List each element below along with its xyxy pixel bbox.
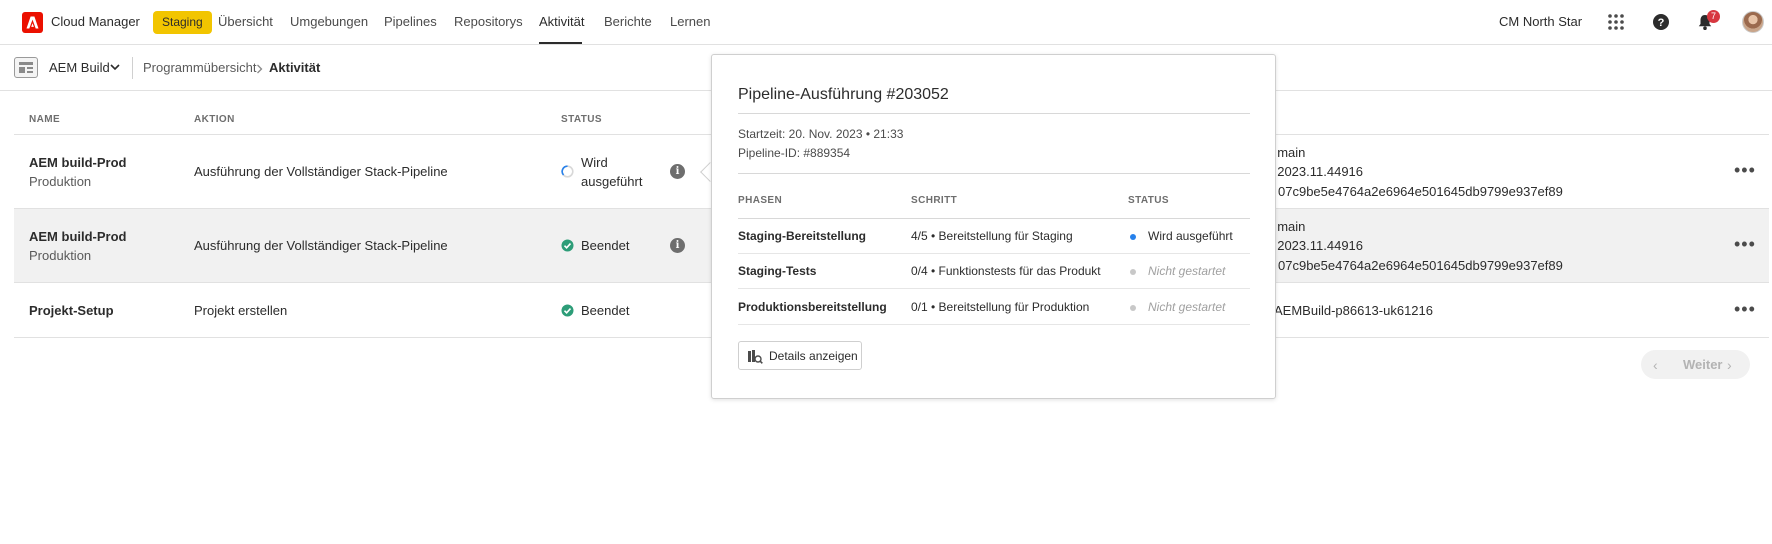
view-details-button[interactable]: Details anzeigen [738,341,862,370]
breadcrumb-current: Aktivität [269,60,321,75]
popover-title: Pipeline-Ausführung #203052 [738,86,949,103]
nav-item-reports[interactable]: Berichte [604,14,652,29]
nav-item-learn[interactable]: Lernen [670,14,710,29]
row-version: : 2023.11.44916 [1270,164,1364,179]
details-search-icon [748,350,763,364]
pagination: ‹ Weiter › [1641,350,1750,379]
row-name: AEM build-Prod [29,155,127,170]
status-column-header: STATUS [1128,195,1169,206]
active-tab-indicator [539,42,582,44]
start-time: Startzeit: 20. Nov. 2023 • 21:33 [738,127,904,141]
chevron-right-icon[interactable]: › [1727,357,1732,373]
row-environment: Produktion [29,174,92,189]
divider [738,324,1250,325]
notification-count-badge: 7 [1707,10,1720,23]
row-commit: 07c9be5e4764a2e6964e501645db9799e937ef89 [1278,184,1563,199]
divider [738,173,1250,174]
more-actions-icon[interactable]: ••• [1734,299,1756,320]
row-action[interactable]: Ausführung der Vollständiger Stack-Pipel… [194,238,448,253]
divider [738,113,1250,114]
phase-name: Staging-Bereitstellung [738,229,867,243]
row-status-cont: ausgeführt [581,174,643,189]
row-status: Wird [581,155,608,170]
status-dot-pending [1130,269,1136,275]
chevron-right-icon [257,64,263,74]
column-header-name[interactable]: NAME [29,114,60,125]
phase-name: Produktionsbereitstellung [738,300,887,314]
row-action[interactable]: Ausführung der Vollständiger Stack-Pipel… [194,164,448,179]
phase-step: 0/4 • Funktionstests für das Produkt [911,264,1101,278]
breadcrumb-program-overview[interactable]: Programmübersicht [143,60,256,75]
more-actions-icon[interactable]: ••• [1734,160,1756,181]
step-column-header: SCHRITT [911,195,958,206]
row-status: Beendet [581,303,630,318]
adobe-logo-icon[interactable] [22,12,43,33]
apps-grid-icon[interactable] [1607,13,1625,31]
chevron-down-icon[interactable] [110,63,120,71]
nav-item-environments[interactable]: Umgebungen [290,14,368,29]
svg-text:?: ? [1658,17,1665,29]
divider [738,218,1250,219]
more-actions-icon[interactable]: ••• [1734,234,1756,255]
app-title[interactable]: Cloud Manager [51,14,140,29]
phase-step: 4/5 • Bereitstellung für Staging [911,229,1073,243]
pipeline-id: Pipeline-ID: #889354 [738,146,851,160]
row-status: Beendet [581,238,630,253]
phase-column-header: PHASEN [738,195,783,206]
divider [738,253,1250,254]
program-icon [14,57,38,78]
program-switcher[interactable]: AEM Build [49,60,110,75]
top-navigation: Cloud Manager Staging Übersicht Umgebung… [0,0,1772,45]
status-dot-pending [1130,305,1136,311]
environment-badge: Staging [153,11,212,34]
chevron-left-icon[interactable]: ‹ [1653,357,1658,373]
nav-item-overview[interactable]: Übersicht [218,14,273,29]
pipeline-execution-popover: Pipeline-Ausführung #203052 Startzeit: 2… [711,54,1276,399]
divider [132,57,133,79]
phase-status: Nicht gestartet [1148,264,1226,278]
row-project-name: AEMBuild-p86613-uk61216 [1274,303,1433,318]
status-dot-running [1130,234,1136,240]
row-environment: Produktion [29,248,92,263]
checkmark-circle-icon [561,239,574,252]
nav-item-pipelines[interactable]: Pipelines [384,14,437,29]
column-header-status[interactable]: STATUS [561,114,602,125]
row-commit: 07c9be5e4764a2e6964e501645db9799e937ef89 [1278,258,1563,273]
info-icon[interactable]: i [670,238,685,253]
row-action[interactable]: Projekt erstellen [194,303,287,318]
row-name: AEM build-Prod [29,229,127,244]
divider [738,288,1250,289]
next-page-button[interactable]: Weiter [1683,357,1723,372]
nav-item-repositories[interactable]: Repositorys [454,14,523,29]
phase-step: 0/1 • Bereitstellung für Produktion [911,300,1090,314]
spinner-icon [561,165,574,178]
checkmark-circle-icon [561,304,574,317]
phase-status: Wird ausgeführt [1148,229,1233,243]
row-version: : 2023.11.44916 [1270,238,1364,253]
nav-item-activity[interactable]: Aktivität [539,14,585,29]
phase-status: Nicht gestartet [1148,300,1226,314]
row-name: Projekt-Setup [29,303,114,318]
avatar[interactable] [1742,11,1764,33]
organization-switcher[interactable]: CM North Star [1499,14,1582,29]
view-details-label: Details anzeigen [769,349,858,363]
phase-name: Staging-Tests [738,264,817,278]
info-icon[interactable]: i [670,164,685,179]
help-icon[interactable]: ? [1652,13,1670,31]
column-header-action[interactable]: AKTION [194,114,235,125]
